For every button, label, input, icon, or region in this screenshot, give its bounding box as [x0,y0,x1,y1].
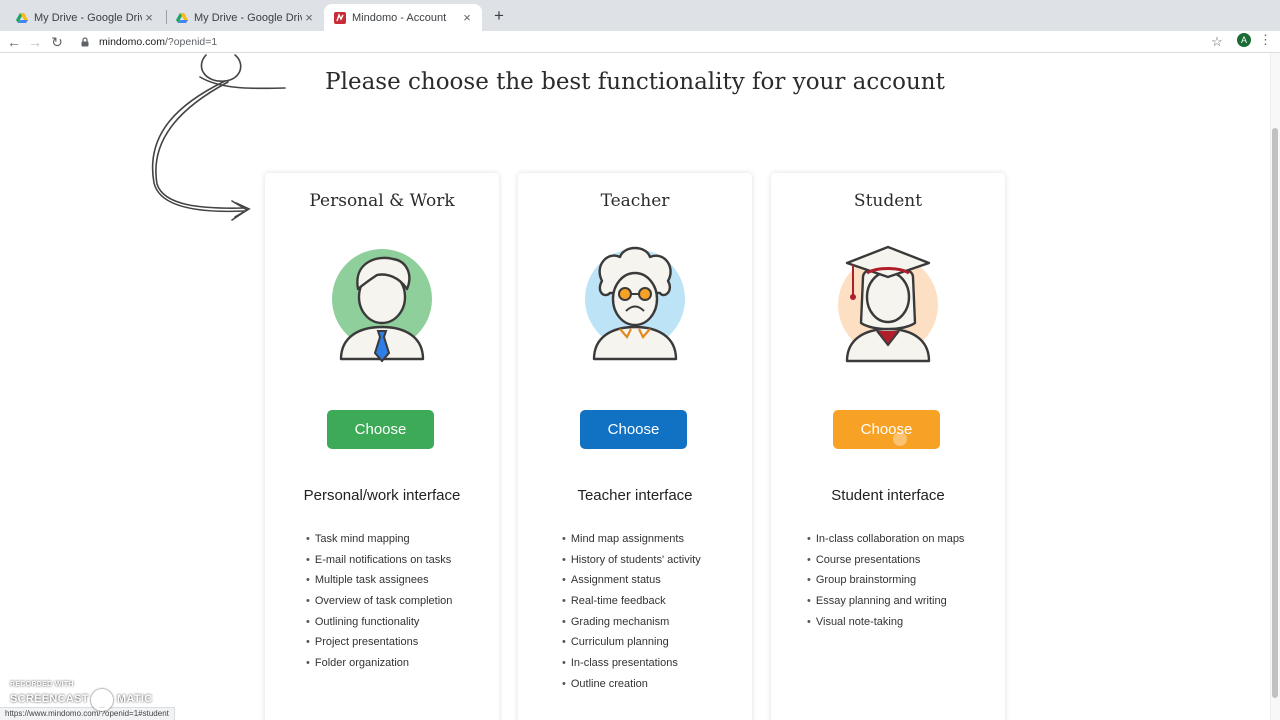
choose-personal-button[interactable]: Choose [327,410,434,449]
watermark-line1: RECORDED WITH [10,681,74,688]
feature-item: Curriculum planning [562,632,701,653]
mindomo-icon [334,11,346,24]
browser-toolbar: ← → ↻ mindomo.com/?openid=1 ☆ [0,31,1280,53]
card-title: Student [853,191,923,211]
tab-title: My Drive - Google Drive [34,11,142,24]
feature-item: Visual note-taking [807,612,964,633]
screencast-watermark: RECORDED WITH SCREENCAST MATIC [10,681,160,711]
watermark-line2b: MATIC [117,693,153,705]
browser-tab-strip: My Drive - Google Drive × My Drive - Goo… [0,0,1280,31]
feature-item: Task mind mapping [306,529,452,550]
address-bar[interactable]: mindomo.com/?openid=1 [70,32,1230,51]
feature-item: E-mail notifications on tasks [306,550,452,571]
feature-item: Folder organization [306,653,452,674]
new-tab-button[interactable]: + [490,7,508,25]
lock-icon [81,36,89,46]
feature-item: Course presentations [807,550,964,571]
feature-list: Mind map assignments History of students… [562,529,701,695]
plan-card-teacher: Teacher Choose Teacher interface Mind ma… [518,173,752,720]
feature-item: In-class collaboration on maps [807,529,965,550]
tab-title: My Drive - Google Drive [194,11,302,24]
hand-cursor-icon [893,432,907,446]
card-title: Teacher [600,191,670,211]
url-host: mindomo.com [99,35,165,48]
google-drive-icon [176,12,188,23]
interface-label: Personal/work interface [303,487,461,504]
back-arrow-icon[interactable]: ← [5,33,23,51]
feature-item: Project presentations [306,632,452,653]
google-drive-icon [16,12,28,23]
page-viewport: Please choose the best functionality for… [0,53,1270,720]
student-avatar-icon [838,245,938,363]
close-tab-icon[interactable]: × [302,10,316,25]
feature-item: Essay planning and writing [807,591,964,612]
profile-avatar[interactable]: A [1237,33,1251,47]
record-logo-icon [91,689,113,711]
feature-item: Outline creation [562,674,701,695]
feature-list: In-class collaboration on maps Course pr… [807,529,965,633]
feature-item: Group brainstorming [807,570,964,591]
choose-teacher-button[interactable]: Choose [580,410,687,449]
feature-item: Overview of task completion [306,591,453,612]
interface-label: Teacher interface [577,487,693,504]
feature-item: History of students' activity [562,550,701,571]
teacher-avatar-icon [585,246,685,361]
reload-icon[interactable]: ↻ [48,33,66,51]
browser-tab-3[interactable]: Mindomo - Account × [324,4,482,31]
plan-card-student: Student Choose Student interface In-clas… [771,173,1005,720]
choose-student-button[interactable]: Choose [833,410,940,449]
tab-title: Mindomo - Account [352,11,447,24]
url-path: /?openid=1 [164,35,218,48]
forward-arrow-icon[interactable]: → [26,33,44,51]
feature-item: In-class presentations [562,653,701,674]
feature-item: Grading mechanism [562,612,701,633]
close-tab-icon[interactable]: × [460,10,474,25]
close-tab-icon[interactable]: × [142,10,156,25]
bookmark-star-icon[interactable]: ☆ [1208,33,1226,51]
browser-tab-1[interactable]: My Drive - Google Drive × [6,4,164,31]
interface-label: Student interface [831,487,945,504]
browser-tab-2[interactable]: My Drive - Google Drive × [166,4,324,31]
feature-item: Assignment status [562,570,701,591]
card-title: Personal & Work [309,191,455,211]
feature-list: Task mind mapping E-mail notifications o… [306,529,453,674]
businessman-avatar-icon [332,249,432,363]
scrollbar-thumb[interactable] [1272,128,1278,698]
plan-card-personal: Personal & Work Choose Personal/work int… [265,173,499,720]
page-title: Please choose the best functionality for… [325,69,945,95]
watermark-line2a: SCREENCAST [10,693,89,705]
feature-item: Outlining functionality [306,612,452,633]
menu-kebab-icon[interactable]: ⋮ [1259,32,1272,48]
feature-item: Multiple task assignees [306,570,452,591]
feature-item: Real-time feedback [562,591,701,612]
feature-item: Mind map assignments [562,529,701,550]
